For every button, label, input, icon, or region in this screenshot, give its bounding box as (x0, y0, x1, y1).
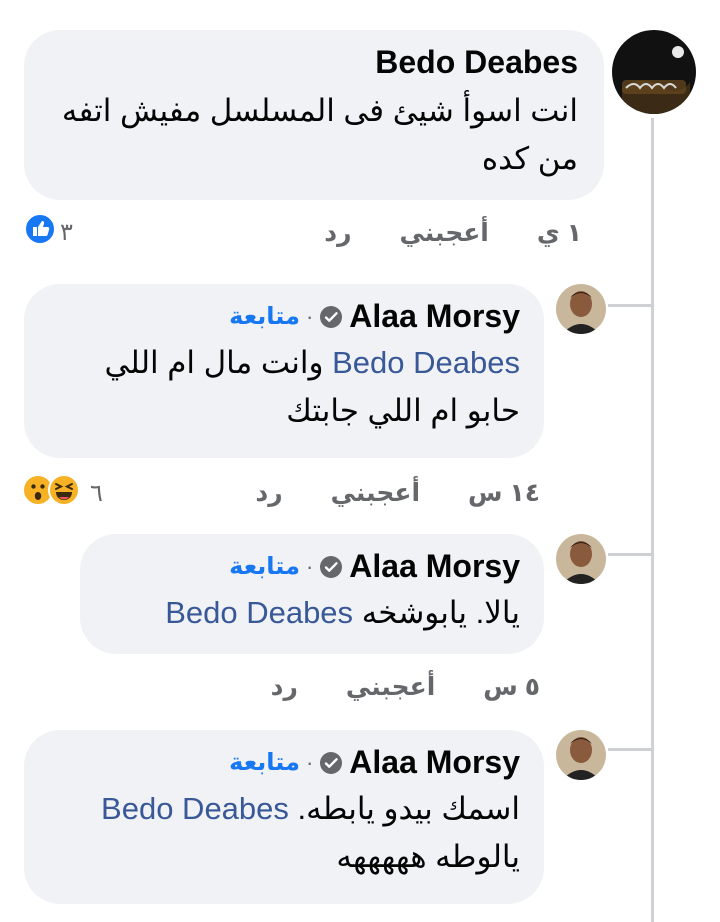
dot-separator: · (305, 749, 314, 775)
verified-icon (319, 751, 343, 775)
reaction-summary[interactable]: ٦ (22, 474, 103, 513)
haha-icon (48, 474, 80, 513)
thread-branch (608, 553, 654, 556)
follow-link[interactable]: متابعة (229, 302, 300, 331)
reaction-count: ٦ (90, 480, 103, 507)
reply-button[interactable]: رد (255, 478, 282, 508)
mention-link[interactable]: Bedo Deabes (165, 595, 353, 630)
dot-separator: · (305, 303, 314, 329)
like-button[interactable]: أعجبني (400, 218, 489, 248)
like-button[interactable]: أعجبني (331, 478, 420, 508)
dot-separator: · (305, 553, 314, 579)
like-icon (24, 213, 56, 252)
avatar[interactable] (556, 730, 606, 780)
comment-actions: ١ ي أعجبني رد (324, 218, 582, 248)
comment-actions: ١٤ س أعجبني رد (255, 478, 540, 508)
comment-body: اسمك بيدو يابطه. (297, 791, 520, 826)
comment-text: انت اسوأ شيئ فى المسلسل مفيش اتفه من كده (61, 93, 578, 177)
comment-time[interactable]: ١ ي (537, 218, 582, 248)
comment-time[interactable]: ٥ س (483, 672, 540, 702)
avatar[interactable] (612, 30, 696, 114)
comment-actions: ٥ س أعجبني رد (271, 672, 540, 702)
author-name[interactable]: Alaa Morsy (349, 744, 520, 781)
avatar[interactable] (556, 534, 606, 584)
follow-link[interactable]: متابعة (229, 748, 300, 777)
author-name[interactable]: Alaa Morsy (349, 298, 520, 335)
follow-link[interactable]: متابعة (229, 552, 300, 581)
comment-time[interactable]: ١٤ س (468, 478, 540, 508)
thread-branch (608, 748, 654, 751)
reaction-summary[interactable]: ٣ (24, 213, 73, 252)
author-name[interactable]: Bedo Deabes (375, 44, 578, 81)
comment-text: يالا. يابوشخه Bedo Deabes (100, 589, 520, 637)
thread-branch (608, 304, 654, 307)
comment-bubble[interactable]: Bedo Deabes انت اسوأ شيئ فى المسلسل مفيش… (24, 30, 604, 200)
comment-body: يالوطه هههههه (336, 839, 520, 875)
like-button[interactable]: أعجبني (346, 672, 435, 702)
comment-bubble[interactable]: Alaa Morsy · متابعة اسمك بيدو يابطه. Bed… (24, 730, 544, 904)
author-name[interactable]: Alaa Morsy (349, 548, 520, 585)
mention-link[interactable]: Bedo Deabes (332, 345, 520, 380)
comment-text: Bedo Deabes وانت مال ام اللي حابو ام الل… (44, 339, 520, 435)
reaction-count: ٣ (60, 219, 73, 246)
reply-button[interactable]: رد (324, 218, 351, 248)
verified-icon (319, 555, 343, 579)
comment-bubble[interactable]: Alaa Morsy · متابعة يالا. يابوشخه Bedo D… (80, 534, 544, 654)
comment-bubble[interactable]: Alaa Morsy · متابعة Bedo Deabes وانت مال… (24, 284, 544, 458)
thread-line (651, 118, 654, 922)
verified-icon (319, 305, 343, 329)
avatar[interactable] (556, 284, 606, 334)
comment-text: اسمك بيدو يابطه. Bedo Deabes يالوطه هههه… (44, 785, 520, 881)
comment-body: يالا. يابوشخه (361, 595, 520, 630)
mention-link[interactable]: Bedo Deabes (101, 791, 289, 826)
reply-button[interactable]: رد (271, 672, 298, 702)
